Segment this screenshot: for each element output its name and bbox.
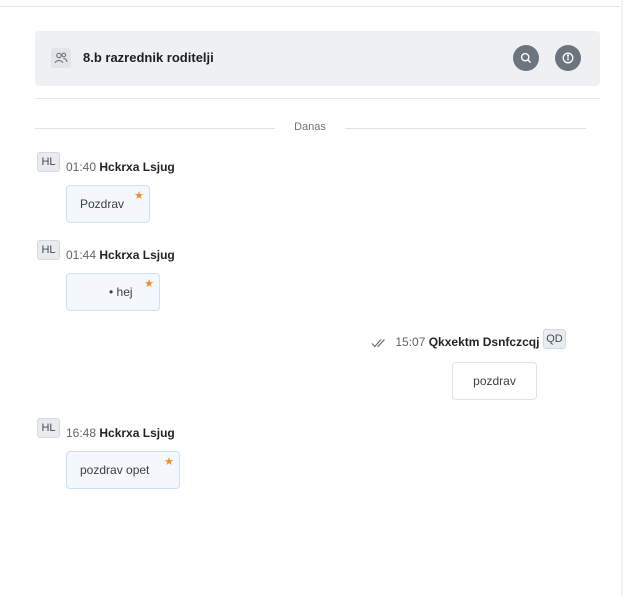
message-text: pozdrav [473,374,516,388]
message-bubble[interactable]: Pozdrav ★ [66,185,150,223]
message-author[interactable]: Hckrxa Lsjug [99,248,174,262]
separator-line-left [35,128,275,129]
search-icon [520,52,532,64]
chat-header: 8.b razrednik roditelji [35,31,600,86]
message-bubble[interactable]: pozdrav [452,362,537,400]
message-author[interactable]: Hckrxa Lsjug [99,160,174,174]
message-time: 01:40 [66,160,97,174]
people-icon [51,48,71,68]
message-time: 01:44 [66,248,97,262]
info-button[interactable] [555,45,581,71]
avatar[interactable]: HL [37,418,60,438]
avatar[interactable]: HL [37,152,60,172]
separator-line-right [345,128,586,129]
message-time: 15:07 [395,335,426,349]
message-meta: 16:48 Hckrxa Lsjug [66,426,175,440]
header-divider [35,98,600,99]
double-check-icon [371,339,385,348]
search-button[interactable] [513,45,539,71]
message-text: Pozdrav [80,197,125,211]
message-meta: 15:07 Qkxektm Dsnfczcqj [371,335,539,349]
star-icon[interactable]: ★ [144,279,154,290]
message-meta: 01:40 Hckrxa Lsjug [66,160,175,174]
message-text: pozdrav opet [80,463,150,477]
info-icon [562,52,574,64]
date-separator: Danas [35,120,586,136]
message-bubble[interactable]: pozdrav opet ★ [66,451,180,489]
top-divider [0,6,623,7]
message-bubble[interactable]: • hej ★ [66,273,160,311]
date-separator-label: Danas [294,121,326,133]
message-text: • hej [109,285,133,299]
star-icon[interactable]: ★ [164,457,174,468]
avatar[interactable]: HL [37,240,60,260]
avatar[interactable]: QD [543,329,566,349]
message-author[interactable]: Hckrxa Lsjug [99,426,174,440]
message-meta: 01:44 Hckrxa Lsjug [66,248,175,262]
message-author[interactable]: Qkxektm Dsnfczcqj [429,335,540,349]
chat-title: 8.b razrednik roditelji [83,50,214,65]
star-icon[interactable]: ★ [134,191,144,202]
message-time: 16:48 [66,426,97,440]
